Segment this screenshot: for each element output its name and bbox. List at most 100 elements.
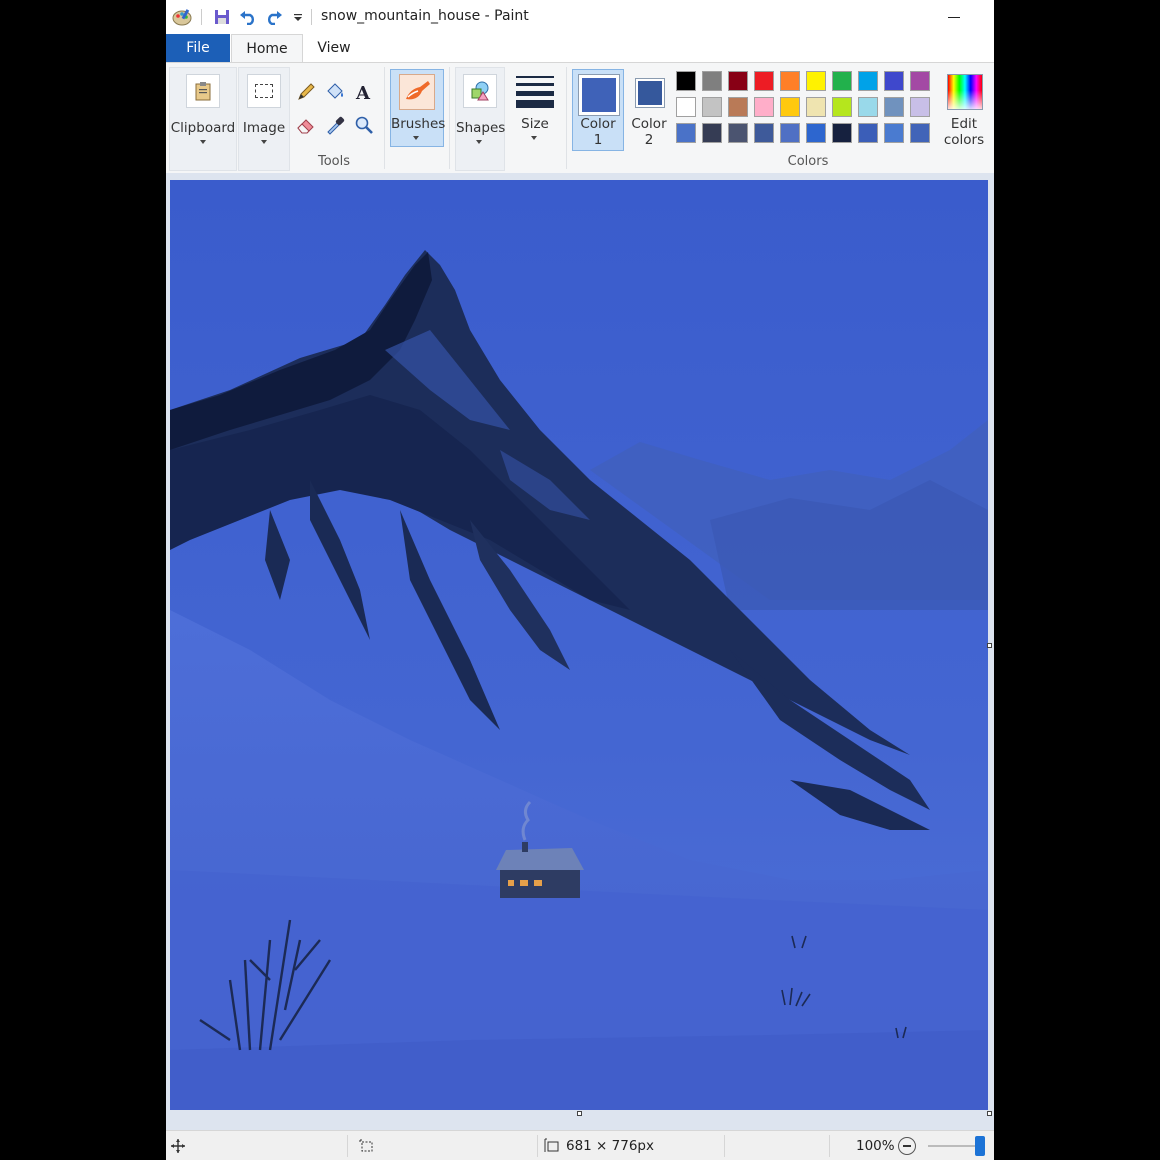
text-icon[interactable]: A xyxy=(352,80,376,104)
paint-app-icon[interactable] xyxy=(171,6,193,28)
zoom-slider-thumb[interactable] xyxy=(975,1136,985,1156)
chevron-down-icon xyxy=(200,140,206,144)
resize-handle-corner[interactable] xyxy=(987,1111,992,1116)
chevron-down-icon xyxy=(413,136,419,140)
palette-swatch[interactable] xyxy=(884,71,904,91)
color1-button[interactable]: Color 1 xyxy=(572,69,624,151)
palette-swatch[interactable] xyxy=(676,71,696,91)
canvas-workspace xyxy=(166,173,994,1130)
palette-swatch[interactable] xyxy=(702,71,722,91)
brush-icon xyxy=(399,74,435,110)
divider xyxy=(537,1135,538,1157)
redo-icon[interactable] xyxy=(263,6,285,28)
palette-swatch[interactable] xyxy=(780,123,800,143)
tab-view[interactable]: View xyxy=(306,34,362,62)
paint-window: snow_mountain_house - Paint File Home Vi… xyxy=(166,0,994,1160)
image-button[interactable]: Image xyxy=(238,67,290,171)
palette-swatch[interactable] xyxy=(832,97,852,117)
edit-colors-button[interactable]: Edit colors xyxy=(940,69,988,151)
palette-swatch[interactable] xyxy=(858,71,878,91)
color1-swatch-frame xyxy=(578,74,620,116)
eraser-icon[interactable] xyxy=(294,113,318,137)
palette-swatch[interactable] xyxy=(910,97,930,117)
canvas-dimensions: 681 × 776px xyxy=(566,1138,654,1154)
clipboard-button[interactable]: Clipboard xyxy=(169,67,237,171)
palette-swatch[interactable] xyxy=(806,97,826,117)
customize-quick-access-icon[interactable] xyxy=(287,6,309,28)
minimize-button[interactable] xyxy=(936,4,972,30)
ribbon: Clipboard Image A Tools Brushes Shapes S… xyxy=(166,62,994,174)
size-button[interactable]: Size xyxy=(508,69,562,147)
save-icon[interactable] xyxy=(211,6,233,28)
undo-icon[interactable] xyxy=(237,6,259,28)
palette-swatch[interactable] xyxy=(754,97,774,117)
color1-swatch xyxy=(582,78,616,112)
palette-swatch[interactable] xyxy=(702,123,722,143)
palette-swatch[interactable] xyxy=(728,97,748,117)
canvas-size-icon xyxy=(544,1138,560,1158)
pencil-icon[interactable] xyxy=(294,80,318,104)
palette-swatch[interactable] xyxy=(832,123,852,143)
palette-swatch[interactable] xyxy=(884,123,904,143)
divider xyxy=(829,1135,830,1157)
color2-button[interactable]: Color 2 xyxy=(624,69,674,151)
chevron-down-icon xyxy=(531,136,537,140)
shapes-icon xyxy=(463,74,497,108)
snow-mountain-painting xyxy=(170,180,988,1110)
edit-colors-label-1: Edit xyxy=(950,116,978,132)
brushes-button[interactable]: Brushes xyxy=(390,69,446,147)
palette-swatch[interactable] xyxy=(910,71,930,91)
palette-swatch[interactable] xyxy=(780,97,800,117)
palette-swatch[interactable] xyxy=(884,97,904,117)
palette-swatch[interactable] xyxy=(676,123,696,143)
color2-label: Color xyxy=(631,116,667,132)
palette-swatch[interactable] xyxy=(676,97,696,117)
zoom-level: 100% xyxy=(856,1138,895,1154)
title-bar: snow_mountain_house - Paint xyxy=(166,0,994,34)
palette-swatch[interactable] xyxy=(702,97,722,117)
fill-bucket-icon[interactable] xyxy=(323,80,347,104)
palette-swatch[interactable] xyxy=(910,123,930,143)
magnifier-icon[interactable] xyxy=(352,113,376,137)
palette-swatch[interactable] xyxy=(728,71,748,91)
chevron-down-icon xyxy=(476,140,482,144)
brushes-label: Brushes xyxy=(391,116,446,132)
minimize-icon xyxy=(948,16,960,18)
size-label: Size xyxy=(521,116,549,132)
palette-swatch[interactable] xyxy=(728,123,748,143)
clipboard-label: Clipboard xyxy=(170,120,236,136)
ribbon-tabs: File Home View xyxy=(166,34,994,63)
palette-swatch[interactable] xyxy=(754,71,774,91)
color-picker-icon[interactable] xyxy=(323,113,347,137)
status-bar: 681 × 776px 100% xyxy=(166,1130,994,1160)
divider xyxy=(384,67,385,169)
image-label: Image xyxy=(242,120,286,136)
color1-number: 1 xyxy=(593,132,603,148)
divider xyxy=(566,67,567,169)
clipboard-icon xyxy=(186,74,220,108)
palette-swatch[interactable] xyxy=(832,71,852,91)
color2-number: 2 xyxy=(644,132,654,148)
line-size-icon xyxy=(516,74,554,108)
selection-size-icon xyxy=(358,1138,374,1158)
palette-swatch[interactable] xyxy=(754,123,774,143)
color2-swatch-frame xyxy=(635,78,665,108)
zoom-out-button[interactable] xyxy=(898,1137,916,1155)
drawing-canvas[interactable] xyxy=(170,180,988,1110)
palette-swatch[interactable] xyxy=(806,123,826,143)
chevron-down-icon xyxy=(261,140,267,144)
palette-swatch[interactable] xyxy=(858,97,878,117)
colors-group-label: Colors xyxy=(787,154,829,169)
palette-swatch[interactable] xyxy=(806,71,826,91)
palette-swatch[interactable] xyxy=(780,71,800,91)
palette-swatch[interactable] xyxy=(858,123,878,143)
rainbow-icon xyxy=(947,74,983,110)
color1-label: Color xyxy=(580,116,616,132)
shapes-button[interactable]: Shapes xyxy=(455,67,505,171)
divider xyxy=(347,1135,348,1157)
edit-colors-label-2: colors xyxy=(943,132,985,148)
resize-handle-bottom[interactable] xyxy=(577,1111,582,1116)
tab-file[interactable]: File xyxy=(166,34,230,62)
tab-home[interactable]: Home xyxy=(231,34,303,63)
resize-handle-right[interactable] xyxy=(987,643,992,648)
